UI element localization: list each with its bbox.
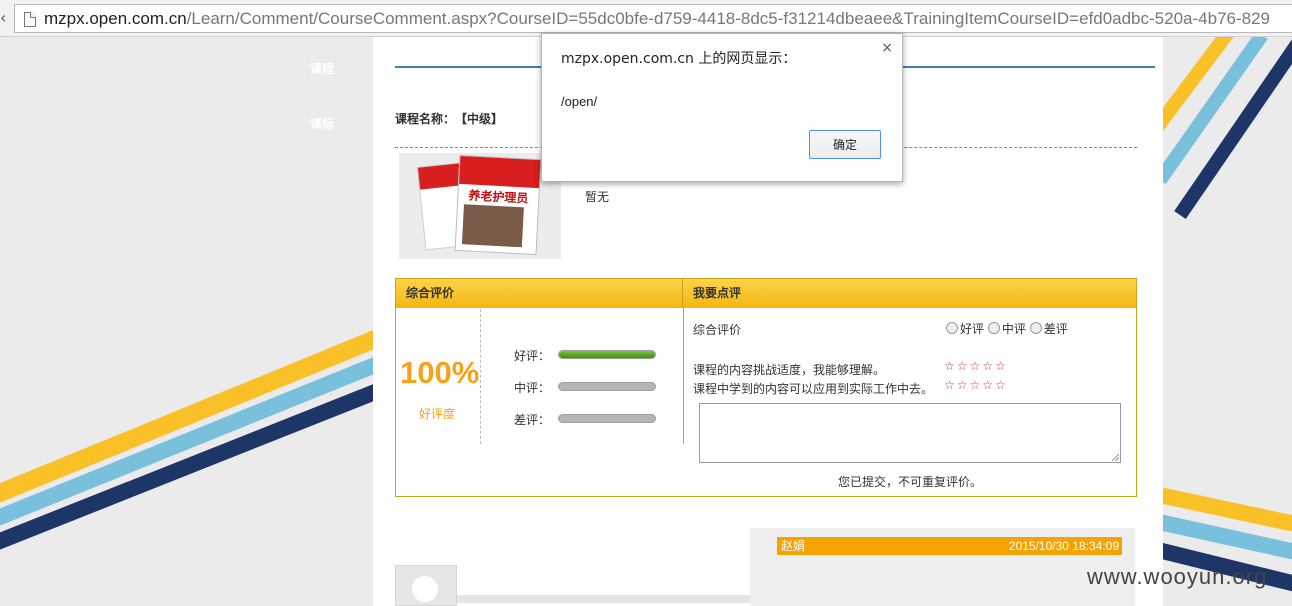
course-description: 暂无: [585, 190, 610, 204]
star-icon[interactable]: ☆: [970, 359, 983, 373]
avatar: [395, 565, 457, 606]
bad-label: 差评：: [514, 413, 551, 427]
close-icon[interactable]: ×: [881, 40, 893, 56]
url-path: /Learn/Comment/CourseComment.aspx?Course…: [186, 9, 1270, 28]
neutral-bar: [558, 382, 656, 391]
comment-textarea[interactable]: [699, 403, 1121, 463]
alert-dialog: mzpx.open.com.cn 上的网页显示： × /open/ 确定: [541, 33, 903, 182]
good-label: 好评：: [514, 349, 551, 363]
star-icon[interactable]: ☆: [982, 378, 995, 392]
side-label-standard: 课标: [310, 117, 335, 131]
star-rating-1[interactable]: ☆☆☆☆☆: [944, 359, 1008, 373]
browser-address-bar: ‹ mzpx.open.com.cn/Learn/Comment/CourseC…: [0, 0, 1292, 37]
submitted-note: 您已提交，不可重复评价。: [838, 475, 983, 489]
question-1: 课程的内容挑战适度，我能够理解。: [693, 363, 886, 377]
back-arrow-icon[interactable]: ‹: [0, 6, 12, 30]
star-icon[interactable]: ☆: [944, 359, 957, 373]
avatar-head-icon: [412, 576, 438, 602]
book-front: 养老护理员: [454, 154, 542, 256]
star-icon[interactable]: ☆: [982, 359, 995, 373]
neutral-label: 中评：: [514, 381, 551, 395]
page-icon: [24, 12, 36, 27]
url-host: mzpx.open.com.cn: [44, 9, 187, 28]
url-field[interactable]: mzpx.open.com.cn/Learn/Comment/CourseCom…: [14, 4, 1292, 33]
comment-placeholder-line: [457, 595, 750, 603]
bad-bar: [558, 414, 656, 423]
star-icon[interactable]: ☆: [995, 378, 1008, 392]
course-name: 课程名称： 【中级】: [395, 110, 503, 127]
overall-rating-field-label: 综合评价: [693, 323, 742, 337]
course-name-label: 课程名称：: [395, 112, 456, 126]
review-form-header: 我要点评: [683, 279, 1136, 308]
overall-rating-header: 综合评价: [396, 279, 683, 308]
option-neutral-label: 中评: [1001, 322, 1026, 336]
dialog-title: mzpx.open.com.cn 上的网页显示：: [561, 51, 797, 67]
radio-bad[interactable]: [1029, 322, 1042, 334]
rating-options: 好评 中评 差评: [946, 319, 1076, 339]
course-cover-image: 养老护理员: [399, 153, 561, 259]
comment-header: 赵娟 2015/10/30 18:34:09: [777, 537, 1122, 555]
positive-rate: 100%: [400, 355, 480, 390]
comment-item: 赵娟 2015/10/30 18:34:09: [750, 528, 1135, 606]
side-label-course: 课程: [310, 62, 335, 76]
column-divider: [683, 308, 684, 444]
url-text[interactable]: mzpx.open.com.cn/Learn/Comment/CourseCom…: [44, 9, 1270, 29]
course-level: 【中级】: [461, 112, 504, 126]
ok-button[interactable]: 确定: [809, 130, 881, 159]
watermark: www.wooyun.org: [1087, 564, 1268, 589]
rating-box: 综合评价 我要点评 100% 好评度 好评： 中评： 差评： 综合评价 好评 中…: [395, 278, 1137, 497]
dashed-divider: [480, 309, 481, 444]
comment-time: 2015/10/30 18:34:09: [1008, 539, 1119, 553]
comment-user: 赵娟: [781, 539, 806, 553]
star-rating-2[interactable]: ☆☆☆☆☆: [944, 378, 1008, 392]
star-icon[interactable]: ☆: [970, 378, 983, 392]
dialog-message: /open/: [561, 94, 598, 109]
radio-neutral[interactable]: [987, 322, 1000, 334]
option-good-label: 好评: [960, 322, 985, 336]
good-bar-fill: [559, 351, 655, 358]
positive-rate-label: 好评度: [418, 407, 455, 421]
star-icon[interactable]: ☆: [957, 378, 970, 392]
radio-good[interactable]: [946, 322, 958, 334]
option-bad-label: 差评: [1043, 322, 1068, 336]
star-icon[interactable]: ☆: [944, 378, 957, 392]
good-bar: [558, 350, 656, 359]
star-icon[interactable]: ☆: [957, 359, 970, 373]
star-icon[interactable]: ☆: [995, 359, 1008, 373]
question-2: 课程中学到的内容可以应用到实际工作中去。: [693, 382, 934, 396]
